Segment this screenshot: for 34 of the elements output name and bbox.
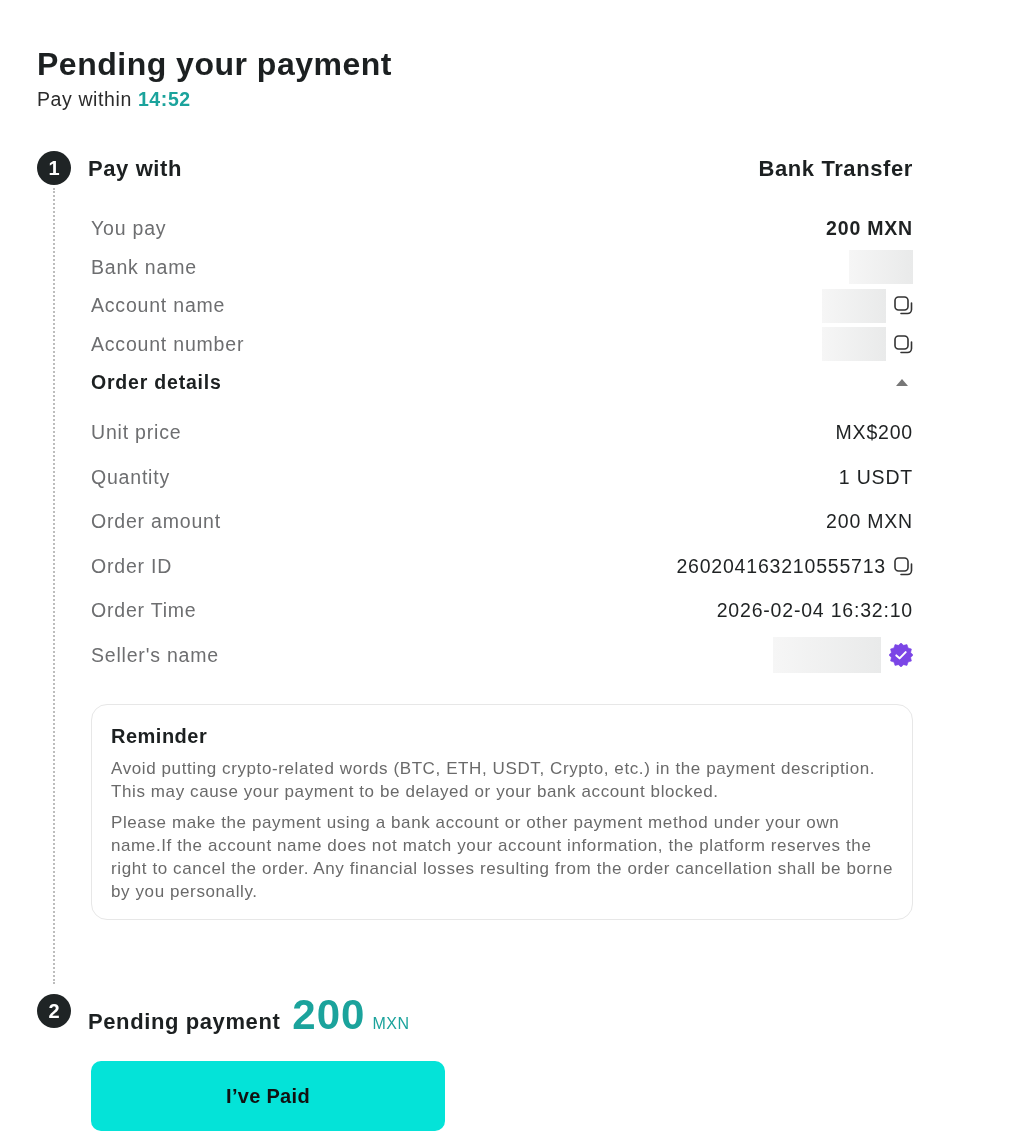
section-title: Order details [91,370,222,395]
detail-label: Quantity [91,464,171,490]
detail-label: You pay [91,216,167,241]
detail-label: Unit price [91,420,182,445]
amount-value: 200 [292,993,366,1036]
detail-label: Order ID [91,553,173,579]
detail-label: Seller's name [91,642,219,668]
currency-label: MXN [372,1013,410,1034]
detail-value: 1 USDT [838,464,913,490]
page-title: Pending your payment [37,45,393,84]
detail-label: Order amount [91,509,221,534]
detail-label: Account name [91,293,226,318]
payment-method: Bank Transfer [758,154,913,183]
step-title: Pending payment [88,1007,281,1036]
caret-icon[interactable] [896,379,908,387]
step-number: 1 [37,151,71,186]
reminder-text: Avoid putting crypto-related words (BTC, ETH, USDT, Crypto, etc.) in the payment description. This may cause your payment to be delayed or your bank account blocked. [111,757,877,803]
countdown-text: Pay within 14:52 [37,87,191,113]
paid-button[interactable]: I’ve Paid [91,1060,445,1131]
copy-icon[interactable] [894,334,913,354]
detail-label: Order Time [91,598,197,623]
detail-value: 260204163210555713 [676,553,886,579]
step-number: 2 [37,993,71,1028]
detail-label: Account number [91,331,245,357]
detail-value: 200 MXN [826,216,913,241]
reminder-title: Reminder [111,725,209,748]
copy-icon[interactable] [894,296,913,316]
detail-label: Bank name [91,254,197,280]
detail-value: 2026-02-04 16:32:10 [716,598,913,623]
step-title: Pay with [88,154,183,183]
reminder-text: Please make the payment using a bank account or other payment method under your own name.If the account name does not match your account information, the platform reserves the right to cancel the order. Any financial losses resulting from the order cancellation shall be borne by you personally. [111,811,894,903]
copy-icon[interactable] [894,556,913,576]
detail-value: MX$200 [835,420,913,445]
detail-value: 200 MXN [826,509,913,534]
